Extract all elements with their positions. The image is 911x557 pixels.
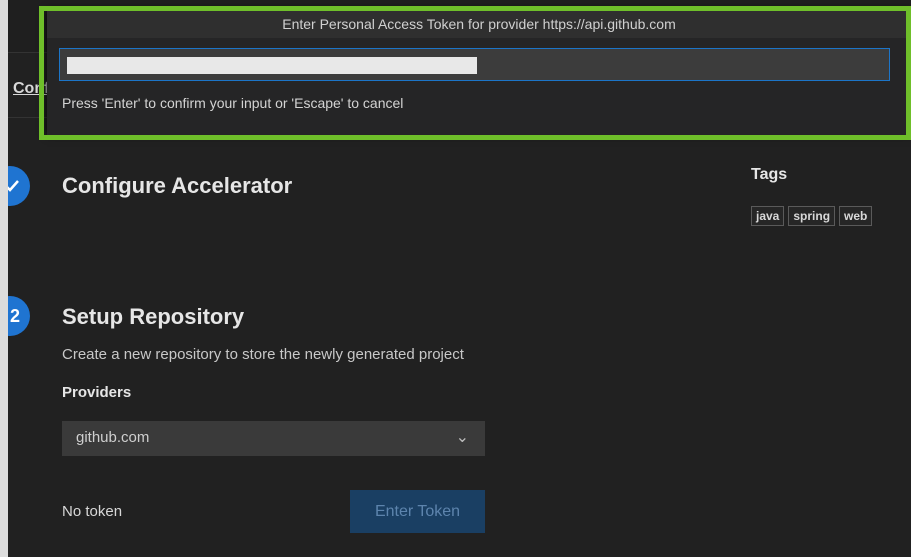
step-2-description: Create a new repository to store the new… (62, 346, 464, 363)
step-1-title: Configure Accelerator (62, 173, 293, 198)
step-1-check-icon (8, 166, 30, 206)
tag-web: web (839, 206, 873, 226)
providers-label: Providers (62, 384, 132, 401)
tags-title: Tags (751, 166, 788, 183)
step-2-title: Setup Repository (62, 304, 245, 329)
providers-selected-value: github.com (76, 429, 150, 446)
chevron-down-icon: ⌄ (455, 429, 469, 446)
tags-list: java spring web (751, 206, 873, 226)
enter-token-button[interactable]: Enter Token (350, 490, 485, 533)
highlight-box (39, 6, 911, 140)
token-status: No token (62, 503, 123, 520)
providers-select[interactable]: github.com ⌄ (62, 421, 485, 456)
tag-java: java (751, 206, 785, 226)
tag-spring: spring (788, 206, 836, 226)
step-2-number-icon: 2 (8, 296, 30, 336)
